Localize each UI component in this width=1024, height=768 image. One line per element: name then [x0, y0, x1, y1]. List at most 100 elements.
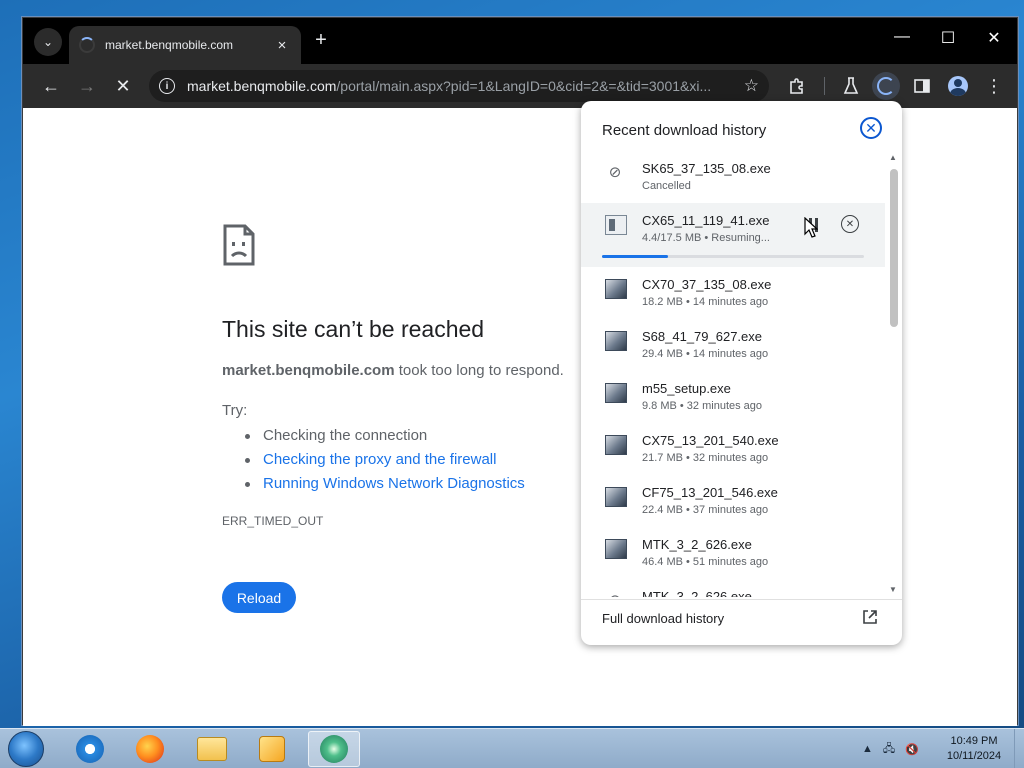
tab-strip: ⌄ market.benqmobile.com × + — ☐ ✕ — [23, 18, 1017, 64]
arrow-left-icon: ← — [42, 75, 60, 96]
arrow-right-icon: → — [78, 75, 96, 96]
side-panel-button[interactable] — [908, 72, 936, 100]
download-filename: m55_setup.exe — [642, 381, 731, 396]
url-path: /portal/main.aspx?pid=1&LangID=0&cid=2&=… — [336, 78, 712, 94]
download-item-in-progress[interactable]: CX65_11_119_41.exe 4.4/17.5 MB • Resumin… — [581, 203, 885, 267]
error-description: market.benqmobile.com took too long to r… — [222, 362, 564, 379]
taskbar-internet-explorer[interactable] — [64, 731, 116, 767]
volume-muted-icon[interactable]: 🔇 — [905, 743, 919, 756]
avatar-icon — [948, 76, 968, 96]
bookmark-star-icon[interactable]: ☆ — [744, 76, 759, 96]
start-button[interactable] — [8, 731, 44, 767]
download-item[interactable]: MTK_3_2_626.exe 46.4 MB • 51 minutes ago — [581, 527, 885, 579]
downloads-button[interactable] — [872, 72, 900, 100]
back-button[interactable]: ← — [37, 72, 65, 100]
download-bubble: Recent download history ✕ ⊘ SK65_37_135_… — [581, 101, 902, 645]
download-progress-icon — [877, 77, 895, 95]
loading-spinner-icon — [79, 37, 95, 53]
side-panel-icon — [914, 79, 930, 93]
full-history-label: Full download history — [602, 611, 725, 626]
file-icon — [605, 215, 627, 235]
browser-icon — [320, 735, 348, 763]
download-item[interactable]: CX75_13_201_540.exe 21.7 MB • 32 minutes… — [581, 423, 885, 475]
extensions-button[interactable] — [783, 72, 811, 100]
download-item[interactable]: S68_41_79_627.exe 29.4 MB • 14 minutes a… — [581, 319, 885, 371]
full-history-row[interactable]: Full download history — [581, 599, 902, 645]
network-icon[interactable]: 🖧 — [883, 740, 895, 759]
scroll-up-icon[interactable]: ▲ — [889, 153, 897, 162]
installer-file-icon — [605, 279, 627, 299]
installer-file-icon — [605, 331, 627, 351]
firefox-icon — [136, 735, 164, 763]
installer-file-icon — [605, 487, 627, 507]
installer-file-icon — [605, 539, 627, 559]
download-item[interactable]: ⊘ MTK_3_2_626.exe — [581, 579, 885, 597]
scroll-down-icon[interactable]: ▼ — [889, 585, 897, 594]
download-progress-fill — [602, 255, 668, 258]
cancelled-download-icon: ⊘ — [608, 164, 622, 181]
folder-icon — [197, 737, 227, 761]
scrollbar-thumb[interactable] — [890, 169, 898, 327]
download-status: 46.4 MB • 51 minutes ago — [642, 556, 769, 568]
close-icon: ✕ — [845, 218, 855, 230]
forward-button[interactable]: → — [73, 72, 101, 100]
taskbar-file-explorer[interactable] — [186, 731, 238, 767]
flask-icon — [843, 77, 859, 94]
labs-button[interactable] — [837, 72, 865, 100]
new-tab-button[interactable]: + — [309, 29, 333, 52]
reload-button[interactable]: Reload — [222, 582, 296, 613]
sad-page-icon — [223, 224, 255, 266]
download-status: 29.4 MB • 14 minutes ago — [642, 348, 769, 360]
show-desktop-button[interactable] — [1014, 729, 1024, 768]
download-filename: MTK_3_2_626.exe — [642, 589, 752, 597]
download-status: 22.4 MB • 37 minutes ago — [642, 504, 769, 516]
download-list-scrollbar[interactable]: ▲ ▼ — [886, 151, 900, 597]
url-host: market.benqmobile.com — [187, 78, 337, 94]
chevron-down-icon: ⌄ — [42, 35, 54, 49]
system-clock[interactable]: 10:49 PM 10/11/2024 — [940, 734, 1008, 764]
cancel-download-button[interactable]: ✕ — [841, 215, 859, 233]
download-status: 21.7 MB • 32 minutes ago — [642, 452, 769, 464]
mouse-cursor-icon — [804, 217, 818, 238]
error-host: market.benqmobile.com — [222, 362, 395, 379]
download-filename: CX75_13_201_540.exe — [642, 433, 779, 448]
download-item[interactable]: ⊘ SK65_37_135_08.exe Cancelled — [581, 151, 885, 203]
url-text: market.benqmobile.com/portal/main.aspx?p… — [187, 78, 736, 94]
address-bar[interactable]: i market.benqmobile.com/portal/main.aspx… — [149, 70, 769, 102]
download-filename: SK65_37_135_08.exe — [642, 161, 771, 176]
internet-explorer-icon — [76, 735, 104, 763]
download-progress-bar — [602, 255, 864, 258]
puzzle-icon — [790, 78, 803, 94]
tab-search-button[interactable]: ⌄ — [34, 28, 62, 56]
taskbar-firefox[interactable] — [124, 731, 176, 767]
minimize-button[interactable]: — — [887, 28, 917, 46]
suggestion-network-diagnostics-link[interactable]: Running Windows Network Diagnostics — [245, 472, 525, 496]
profile-button[interactable] — [944, 72, 972, 100]
desktop-background — [0, 0, 22, 728]
taskbar-media-player[interactable] — [246, 731, 298, 767]
clock-date: 10/11/2024 — [946, 750, 1002, 762]
error-title: This site can’t be reached — [222, 316, 485, 342]
close-window-button[interactable]: ✕ — [979, 28, 1009, 48]
download-item[interactable]: m55_setup.exe 9.8 MB • 32 minutes ago — [581, 371, 885, 423]
suggestion-check-connection: Checking the connection — [245, 424, 525, 448]
open-in-new-icon — [863, 610, 877, 624]
download-item[interactable]: CF75_13_201_546.exe 22.4 MB • 37 minutes… — [581, 475, 885, 527]
media-player-icon — [259, 736, 285, 762]
tab-market-benqmobile[interactable]: market.benqmobile.com × — [69, 26, 301, 64]
download-filename: CX70_37_135_08.exe — [642, 277, 772, 292]
download-status: 4.4/17.5 MB • Resuming... — [642, 232, 770, 244]
taskbar-browser[interactable] — [308, 731, 360, 767]
tab-close-icon[interactable]: × — [273, 37, 291, 54]
taskbar: ▲ 🖧 🔇 10:49 PM 10/11/2024 — [0, 728, 1024, 768]
site-info-icon[interactable]: i — [159, 78, 175, 94]
close-bubble-button[interactable]: ✕ — [860, 117, 882, 139]
download-item[interactable]: CX70_37_135_08.exe 18.2 MB • 14 minutes … — [581, 267, 885, 319]
show-hidden-icons-icon[interactable]: ▲ — [862, 743, 873, 755]
maximize-button[interactable]: ☐ — [933, 28, 963, 48]
menu-button[interactable]: ⋮ — [980, 72, 1008, 100]
download-status: Cancelled — [642, 180, 691, 192]
download-filename: S68_41_79_627.exe — [642, 329, 763, 344]
stop-loading-button[interactable]: ✕ — [109, 72, 137, 100]
suggestion-check-proxy-link[interactable]: Checking the proxy and the firewall — [245, 448, 525, 472]
